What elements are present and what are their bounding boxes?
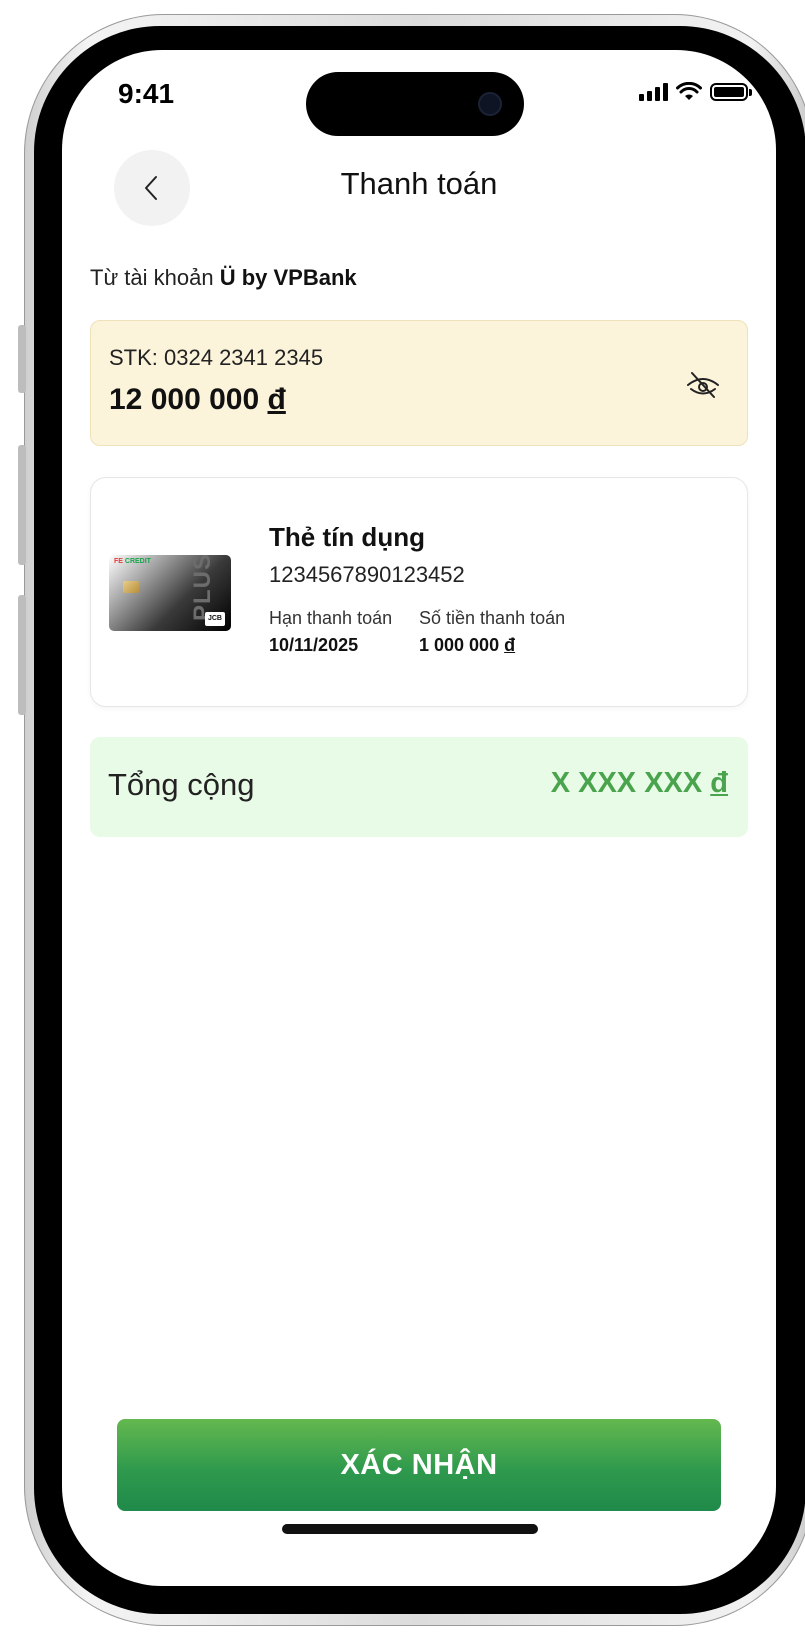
account-balance: 12 000 000 đ — [109, 383, 286, 417]
due-date-value: 10/11/2025 — [269, 635, 359, 655]
account-number: STK: 0324 2341 2345 — [109, 345, 324, 370]
source-account-prefix: Từ tài khoản — [90, 265, 214, 290]
total-label: Tổng cộng — [108, 767, 255, 802]
eye-off-icon[interactable] — [683, 365, 723, 405]
card-name: Thẻ tín dụng — [269, 522, 425, 552]
status-icons — [639, 82, 752, 102]
source-account-label: Từ tài khoản Ü by VPBank — [90, 265, 357, 291]
payment-currency: đ — [504, 635, 516, 655]
home-indicator — [282, 1524, 538, 1534]
battery-icon — [710, 83, 752, 101]
action-button — [18, 325, 26, 393]
source-bank-name: Ü by VPBank — [219, 265, 357, 290]
balance-amount: 12 000 000 — [109, 383, 260, 416]
screen: 9:41 Thanh toán Từ tài khoản Ü by VPBank… — [62, 50, 776, 1586]
page-title: Thanh toán — [340, 166, 498, 201]
total-summary: Tổng cộng X XXX XXX đ — [90, 737, 748, 837]
card-number: 1234567890123452 — [269, 562, 465, 587]
chip-icon — [123, 581, 139, 593]
total-currency: đ — [710, 767, 728, 799]
balance-currency: đ — [267, 383, 286, 416]
camera-icon — [478, 92, 502, 116]
credit-card-image: FE CREDIT PLUS JCB — [109, 555, 231, 631]
dynamic-island — [306, 72, 524, 136]
total-value: X XXX XXX đ — [551, 767, 728, 800]
fe-credit-logo: FE CREDIT — [114, 558, 151, 565]
payment-amount-label: Số tiền thanh toán — [419, 608, 566, 628]
wifi-icon — [676, 82, 702, 100]
due-date-label: Hạn thanh toán — [269, 608, 393, 628]
payment-amount-value: 1 000 000 đ — [419, 635, 515, 656]
volume-down-button — [18, 595, 26, 715]
volume-up-button — [18, 445, 26, 565]
credit-card-item[interactable]: FE CREDIT PLUS JCB Thẻ tín dụng 12345678… — [90, 477, 748, 707]
account-balance-card: STK: 0324 2341 2345 12 000 000 đ — [90, 320, 748, 446]
total-amount: X XXX XXX — [550, 767, 703, 799]
confirm-button[interactable]: XÁC NHẬN — [117, 1419, 721, 1511]
payment-amount: 1 000 000 — [419, 635, 500, 655]
status-time: 9:41 — [118, 78, 175, 109]
jcb-logo: JCB — [205, 612, 225, 626]
signal-icon — [639, 83, 668, 101]
